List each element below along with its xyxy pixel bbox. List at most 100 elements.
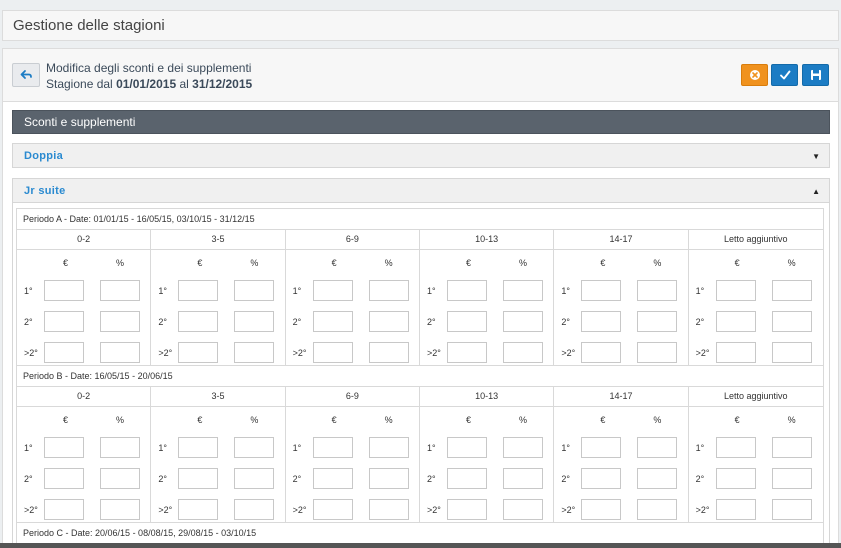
checkmark-icon	[779, 70, 790, 80]
percent-input[interactable]	[100, 437, 140, 458]
percent-input[interactable]	[502, 499, 543, 520]
season-date-from: 01/01/2015	[116, 77, 177, 91]
euro-input[interactable]	[446, 499, 487, 520]
euro-input[interactable]	[44, 468, 84, 489]
percent-input[interactable]	[771, 499, 812, 520]
euro-input[interactable]	[44, 499, 84, 520]
percent-input[interactable]	[637, 280, 678, 301]
euro-input[interactable]	[581, 311, 622, 332]
percent-input[interactable]	[368, 499, 409, 520]
euro-input[interactable]	[178, 342, 219, 363]
accordion-jr-suite[interactable]: Jr suite ▲	[12, 178, 830, 203]
percent-input[interactable]	[502, 342, 543, 363]
euro-input[interactable]	[44, 311, 84, 332]
season-range: Stagione dal 01/01/2015 al 31/12/2015	[46, 76, 252, 92]
percent-input[interactable]	[234, 499, 275, 520]
euro-input[interactable]	[178, 499, 219, 520]
occupant-row-label: 1°	[695, 286, 705, 296]
euro-input[interactable]	[581, 437, 622, 458]
percent-input[interactable]	[502, 311, 543, 332]
percent-input[interactable]	[502, 437, 543, 458]
euro-input[interactable]	[44, 437, 84, 458]
euro-input[interactable]	[446, 468, 487, 489]
percent-input[interactable]	[100, 499, 140, 520]
euro-input[interactable]	[312, 311, 353, 332]
save-button[interactable]	[802, 64, 829, 86]
percent-input[interactable]	[368, 468, 409, 489]
euro-input[interactable]	[312, 342, 353, 363]
back-button[interactable]	[12, 63, 40, 87]
euro-input[interactable]	[581, 499, 622, 520]
euro-input[interactable]	[715, 342, 756, 363]
percent-header: %	[518, 415, 527, 425]
occupant-row-label: 1°	[292, 286, 302, 296]
occupant-row-label: >2°	[24, 348, 38, 358]
occupant-row-label: >2°	[695, 505, 710, 515]
percent-header: %	[787, 258, 796, 268]
euro-input[interactable]	[446, 437, 487, 458]
euro-input[interactable]	[312, 437, 353, 458]
age-column-header: 6-9	[286, 230, 420, 249]
euro-input[interactable]	[44, 280, 84, 301]
age-header-row: 0-2 3-5 6-9 10-13 14-17 Letto aggiuntivo	[17, 387, 823, 407]
accordion-doppia[interactable]: Doppia ▼	[12, 143, 830, 168]
euro-input[interactable]	[178, 280, 219, 301]
percent-input[interactable]	[771, 342, 812, 363]
percent-input[interactable]	[100, 342, 140, 363]
percent-input[interactable]	[368, 437, 409, 458]
age-column-header: 10-13	[420, 387, 555, 406]
percent-input[interactable]	[234, 342, 275, 363]
value-block: €% 1° 2° >2°	[286, 250, 420, 365]
euro-input[interactable]	[715, 468, 756, 489]
percent-input[interactable]	[368, 280, 409, 301]
percent-input[interactable]	[771, 468, 812, 489]
percent-input[interactable]	[771, 437, 812, 458]
euro-input[interactable]	[178, 437, 219, 458]
euro-input[interactable]	[446, 311, 487, 332]
euro-input[interactable]	[581, 468, 622, 489]
euro-input[interactable]	[178, 468, 219, 489]
percent-input[interactable]	[637, 468, 678, 489]
euro-input[interactable]	[715, 311, 756, 332]
percent-input[interactable]	[637, 342, 678, 363]
confirm-button[interactable]	[771, 64, 798, 86]
percent-input[interactable]	[368, 311, 409, 332]
percent-input[interactable]	[637, 437, 678, 458]
percent-input[interactable]	[234, 280, 275, 301]
percent-input[interactable]	[234, 437, 275, 458]
percent-input[interactable]	[100, 280, 140, 301]
euro-input[interactable]	[715, 437, 756, 458]
percent-input[interactable]	[771, 280, 812, 301]
value-block: €% 1° 2° >2°	[420, 407, 555, 522]
euro-input[interactable]	[581, 342, 622, 363]
percent-input[interactable]	[637, 311, 678, 332]
euro-input[interactable]	[312, 280, 353, 301]
occupant-row-label: 1°	[426, 286, 436, 296]
euro-input[interactable]	[446, 342, 487, 363]
occupant-row-label: 2°	[24, 474, 33, 484]
euro-input[interactable]	[312, 468, 353, 489]
cancel-button[interactable]	[741, 64, 768, 86]
occupant-row-label: 1°	[695, 443, 705, 453]
percent-input[interactable]	[234, 468, 275, 489]
percent-input[interactable]	[502, 468, 543, 489]
euro-input[interactable]	[581, 280, 622, 301]
euro-input[interactable]	[715, 499, 756, 520]
percent-input[interactable]	[771, 311, 812, 332]
age-column-header: 6-9	[286, 387, 420, 406]
percent-input[interactable]	[368, 342, 409, 363]
period-title: Periodo B - Date: 16/05/15 - 20/06/15	[17, 366, 823, 387]
percent-input[interactable]	[637, 499, 678, 520]
euro-input[interactable]	[715, 280, 756, 301]
occupant-row-label: 1°	[24, 286, 33, 296]
euro-input[interactable]	[312, 499, 353, 520]
percent-input[interactable]	[100, 468, 140, 489]
euro-input[interactable]	[446, 280, 487, 301]
euro-header: €	[600, 415, 606, 425]
percent-input[interactable]	[234, 311, 275, 332]
back-arrow-icon	[20, 70, 32, 79]
percent-input[interactable]	[502, 280, 543, 301]
percent-input[interactable]	[100, 311, 140, 332]
euro-input[interactable]	[178, 311, 219, 332]
euro-input[interactable]	[44, 342, 84, 363]
